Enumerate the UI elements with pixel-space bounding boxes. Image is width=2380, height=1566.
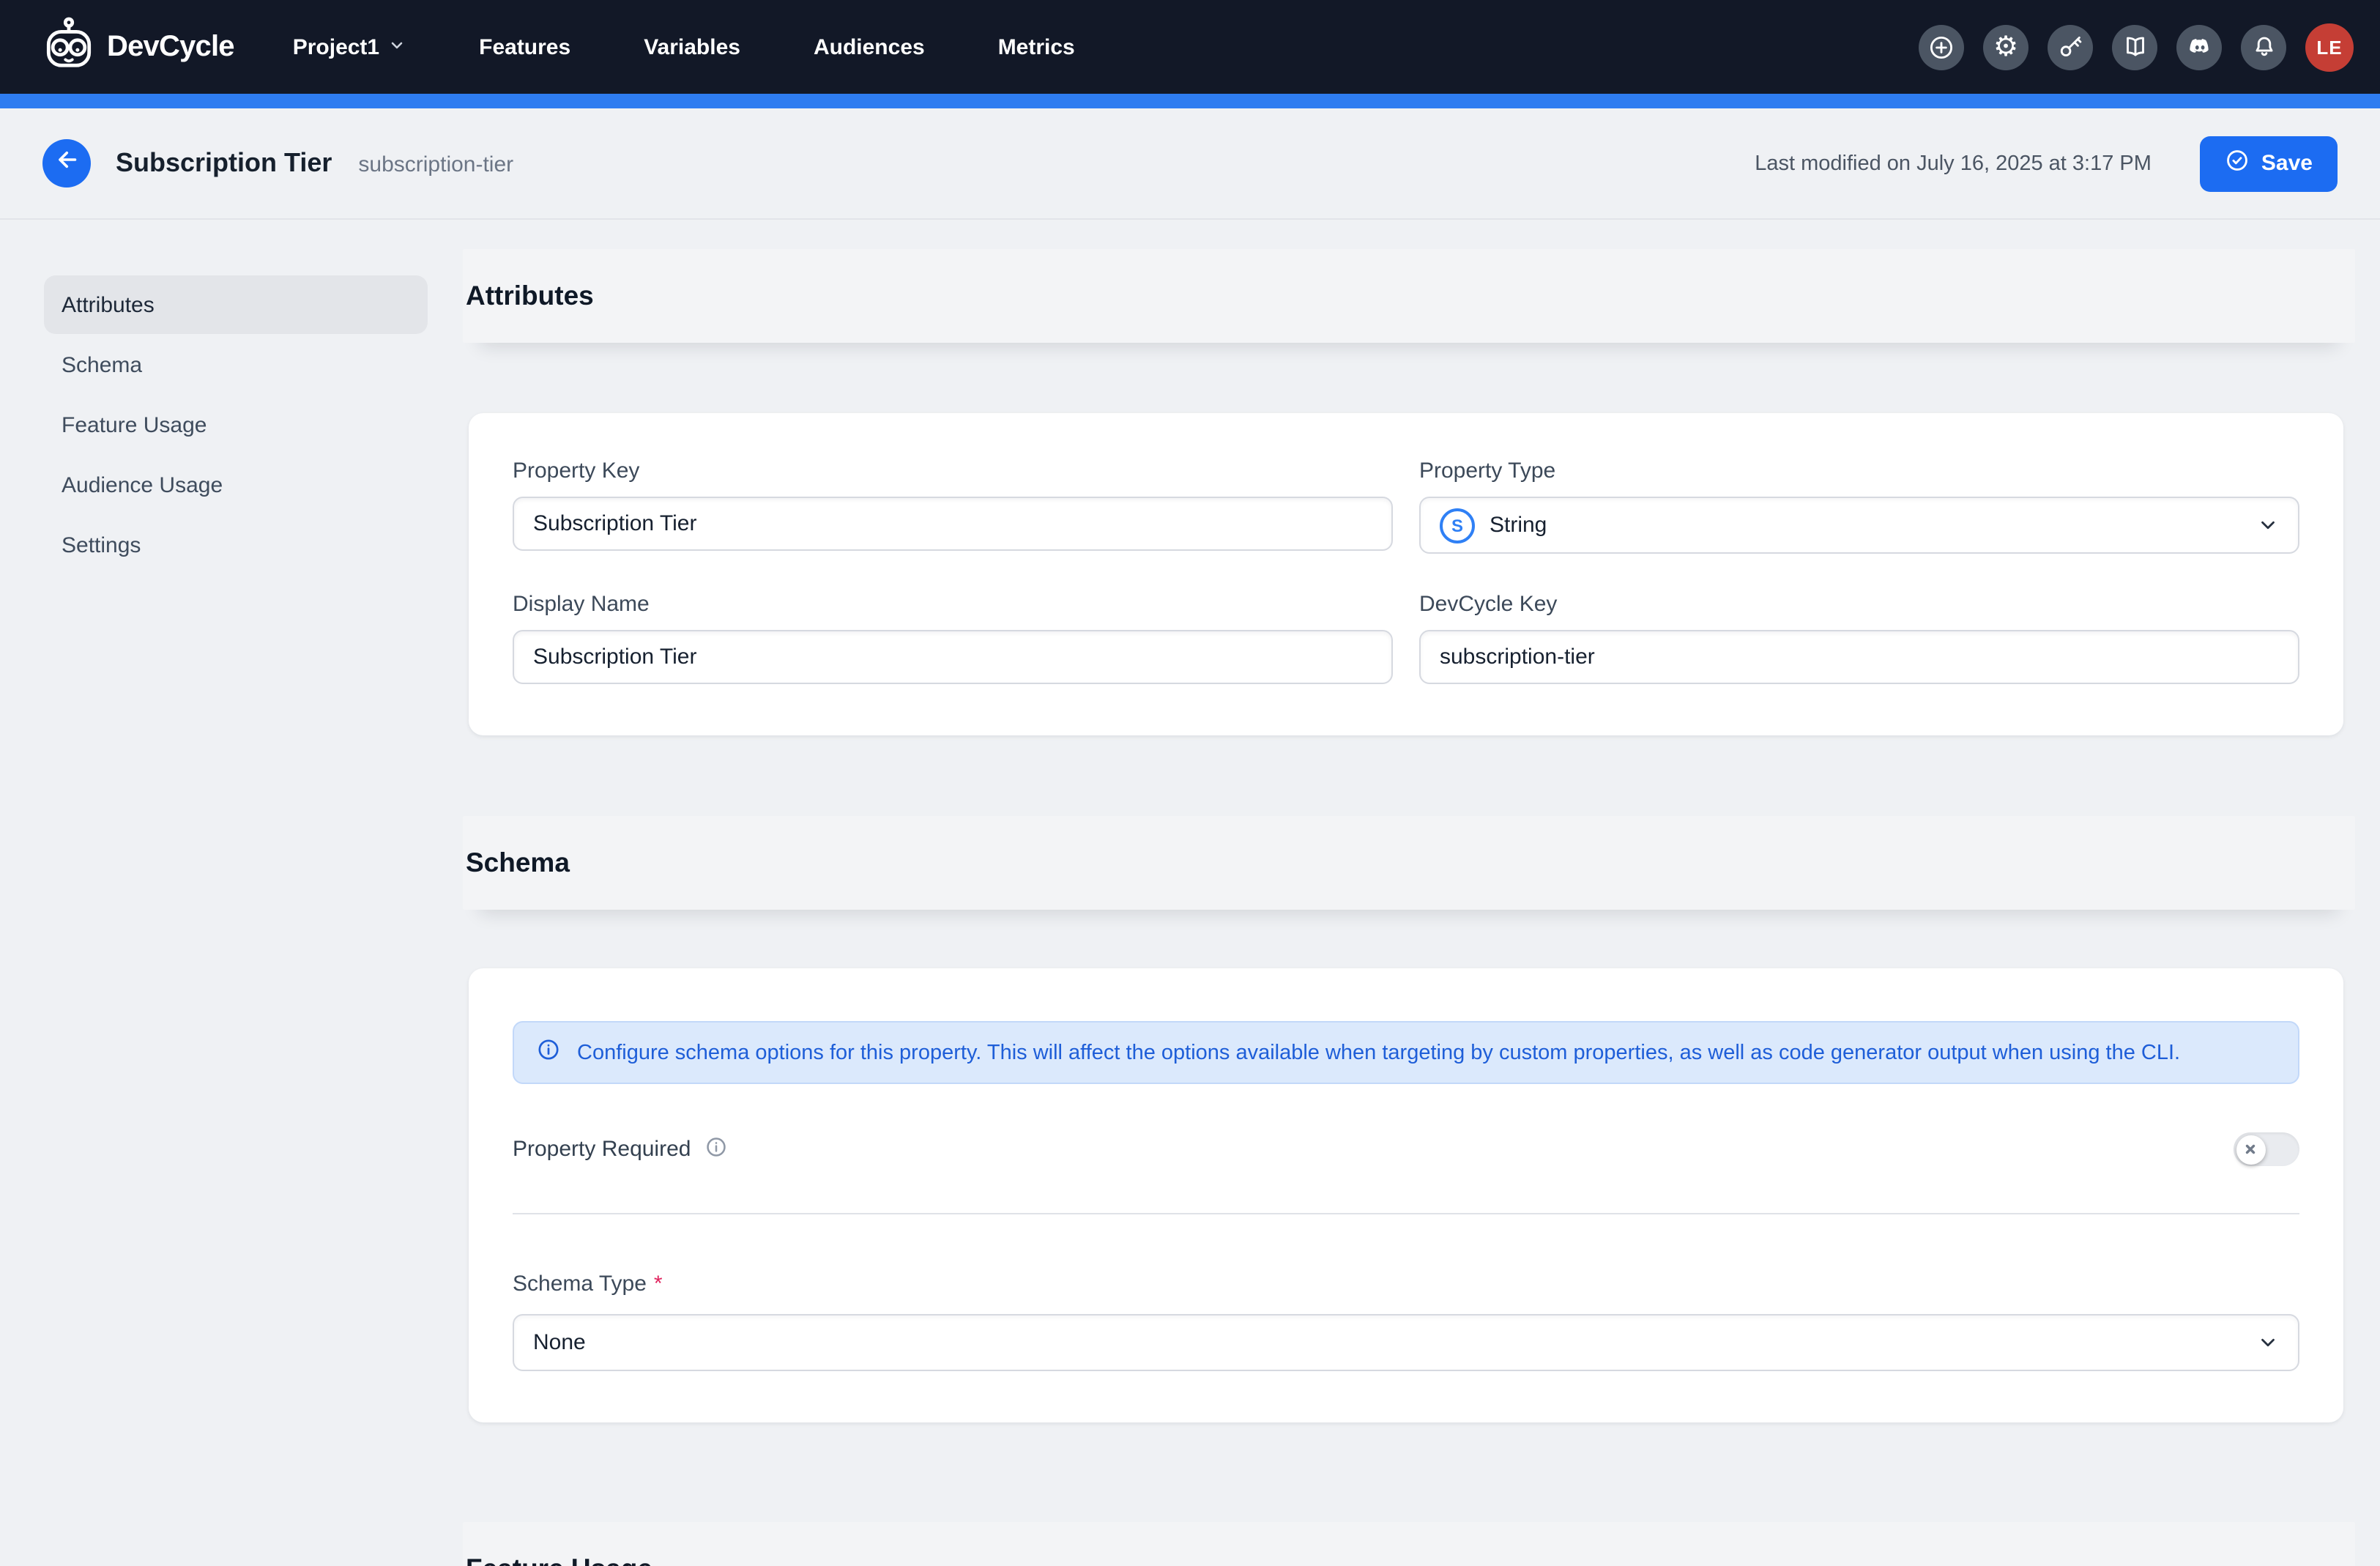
nav-link-audiences[interactable]: Audiences xyxy=(814,34,925,59)
devcycle-logo-icon xyxy=(41,15,97,78)
nav-link-metrics[interactable]: Metrics xyxy=(998,34,1075,59)
schema-section-header: Schema xyxy=(463,816,2355,910)
top-navbar: DevCycle Project1 Features Variables Aud… xyxy=(0,0,2380,94)
devcycle-key-label: DevCycle Key xyxy=(1419,592,2299,617)
last-modified-text: Last modified on July 16, 2025 at 3:17 P… xyxy=(1755,152,2152,175)
display-name-label: Display Name xyxy=(513,592,1393,617)
discord-button[interactable] xyxy=(2176,24,2222,70)
property-required-toggle[interactable] xyxy=(2234,1132,2299,1166)
schema-type-value: None xyxy=(533,1330,586,1355)
divider xyxy=(513,1213,2299,1214)
schema-heading: Schema xyxy=(466,847,570,879)
check-circle-icon xyxy=(2225,148,2250,179)
settings-button[interactable]: ⚙ xyxy=(1983,24,2028,70)
schema-card: Configure schema options for this proper… xyxy=(469,968,2343,1422)
info-icon xyxy=(704,1135,727,1164)
sidebar-item-feature-usage[interactable]: Feature Usage xyxy=(44,396,428,454)
property-type-field-group: Property Type S String xyxy=(1419,459,2299,554)
save-button[interactable]: Save xyxy=(2200,136,2338,191)
schema-type-select[interactable]: None xyxy=(513,1314,2299,1371)
schema-type-label-row: Schema Type * xyxy=(513,1272,2299,1296)
chevron-down-icon xyxy=(2257,1332,2279,1354)
devcycle-key-input[interactable] xyxy=(1419,630,2299,684)
property-type-label: Property Type xyxy=(1419,459,2299,483)
schema-type-label: Schema Type xyxy=(513,1272,647,1296)
sidebar-item-settings[interactable]: Settings xyxy=(44,516,428,574)
property-key-label: Property Key xyxy=(513,459,1393,483)
schema-info-banner: Configure schema options for this proper… xyxy=(513,1021,2299,1084)
page-header: Subscription Tier subscription-tier Last… xyxy=(0,108,2380,220)
api-keys-button[interactable] xyxy=(2048,24,2093,70)
bell-icon xyxy=(2250,34,2277,60)
chevron-down-icon xyxy=(2257,514,2279,536)
attributes-card: Property Key Property Type S String xyxy=(469,413,2343,735)
feature-usage-heading: Feature Usage xyxy=(466,1553,652,1566)
property-type-value: String xyxy=(1490,513,1547,538)
navbar-actions: ⚙ xyxy=(1919,23,2354,71)
devcycle-key-field-group: DevCycle Key xyxy=(1419,592,2299,684)
create-button[interactable] xyxy=(1919,24,1964,70)
nav-link-variables[interactable]: Variables xyxy=(644,34,740,59)
info-icon xyxy=(536,1036,561,1069)
property-required-label: Property Required xyxy=(513,1137,691,1162)
accent-strip xyxy=(0,94,2380,108)
page-key: subscription-tier xyxy=(358,152,513,177)
string-type-icon: S xyxy=(1440,508,1475,543)
sidebar-item-audience-usage[interactable]: Audience Usage xyxy=(44,456,428,514)
project-name: Project1 xyxy=(293,34,379,59)
chevron-down-icon xyxy=(388,34,406,59)
property-key-input[interactable] xyxy=(513,497,1393,551)
sidebar-item-schema[interactable]: Schema xyxy=(44,335,428,394)
brand[interactable]: DevCycle xyxy=(41,15,234,78)
user-avatar[interactable]: LE xyxy=(2305,23,2354,71)
display-name-field-group: Display Name xyxy=(513,592,1393,684)
discord-icon xyxy=(2185,33,2213,61)
page-title: Subscription Tier xyxy=(116,148,332,179)
arrow-left-icon xyxy=(53,146,80,180)
back-button[interactable] xyxy=(42,139,91,188)
property-type-select[interactable]: S String xyxy=(1419,497,2299,554)
nav-link-features[interactable]: Features xyxy=(479,34,570,59)
schema-banner-text: Configure schema options for this proper… xyxy=(577,1041,2180,1064)
notifications-button[interactable] xyxy=(2241,24,2286,70)
book-icon xyxy=(2121,34,2148,60)
property-key-field-group: Property Key xyxy=(513,459,1393,554)
attributes-section-header: Attributes xyxy=(463,249,2355,343)
main-area: Attributes Schema Feature Usage Audience… xyxy=(0,220,2380,1566)
section-sidebar: Attributes Schema Feature Usage Audience… xyxy=(44,275,428,576)
display-name-input[interactable] xyxy=(513,630,1393,684)
sidebar-item-attributes[interactable]: Attributes xyxy=(44,275,428,334)
required-asterisk: * xyxy=(654,1272,663,1296)
docs-button[interactable] xyxy=(2112,24,2157,70)
brand-name: DevCycle xyxy=(107,30,234,64)
toggle-knob xyxy=(2236,1135,2265,1164)
app-window: DevCycle Project1 Features Variables Aud… xyxy=(0,0,2380,1566)
attributes-heading: Attributes xyxy=(466,280,594,312)
key-icon xyxy=(2057,34,2083,60)
plus-circle-icon xyxy=(1927,33,1955,61)
gear-icon: ⚙ xyxy=(1993,33,2018,61)
feature-usage-section-header: Feature Usage xyxy=(463,1522,2355,1566)
x-icon xyxy=(2244,1143,2257,1156)
project-selector[interactable]: Project1 xyxy=(293,34,406,59)
property-required-row: Property Required xyxy=(513,1132,2299,1166)
content-column: Attributes Property Key Property Type S … xyxy=(463,220,2355,1566)
save-button-label: Save xyxy=(2261,151,2313,176)
